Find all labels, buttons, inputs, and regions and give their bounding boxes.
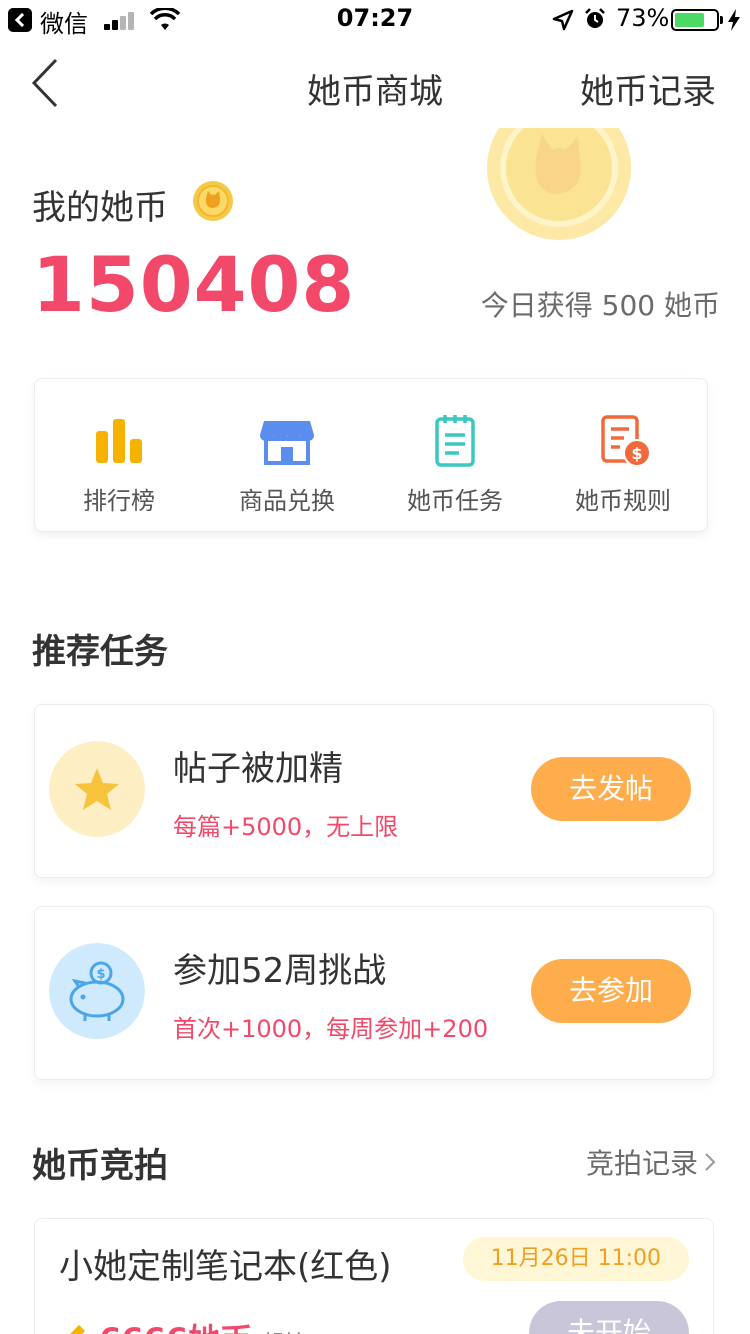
feature-label: 她币规则 [575, 487, 671, 515]
feature-label: 商品兑换 [239, 487, 335, 515]
auction-price-suffix: 起拍 [262, 1326, 306, 1334]
svg-text:$: $ [96, 967, 105, 982]
status-bar: 微信 07:27 73% [0, 0, 750, 40]
coin-records-link[interactable]: 她币记录 [580, 64, 716, 113]
auction-records-label: 竞拍记录 [585, 1147, 698, 1180]
task-title: 参加52周挑战 [173, 951, 387, 991]
feature-ranking[interactable]: 排行榜 [35, 379, 203, 531]
auction-price-row: 6666她币 起拍 [59, 1315, 306, 1334]
large-coin-icon [487, 128, 631, 240]
tasks-section-title: 推荐任务 [32, 632, 168, 672]
task-reward: 首次+1000，每周参加+200 [173, 1015, 489, 1043]
coin-icon [193, 181, 233, 221]
not-started-button: 未开始 [529, 1301, 689, 1334]
feature-label: 排行榜 [83, 487, 155, 515]
task-card-featured-post: 帖子被加精 每篇+5000，无上限 去发帖 [34, 704, 714, 878]
coin-balance: 150408 [32, 240, 356, 329]
svg-text:$: $ [631, 444, 642, 463]
feature-label: 她币任务 [407, 487, 503, 515]
store-icon [260, 421, 314, 465]
piggy-bank-icon: $ [49, 943, 145, 1039]
auction-item-title: 小她定制笔记本(红色) [59, 1247, 392, 1287]
auction-records-link[interactable]: 竞拍记录 [586, 1142, 716, 1182]
my-coins-label: 我的她币 [32, 188, 168, 228]
feature-exchange[interactable]: 商品兑换 [203, 379, 371, 531]
charging-icon [728, 9, 740, 31]
task-card-52-week-challenge: $ 参加52周挑战 首次+1000，每周参加+200 去参加 [34, 906, 714, 1080]
battery-icon [671, 9, 723, 31]
go-post-button[interactable]: 去发帖 [531, 757, 691, 821]
nav-bar: 她币商城 她币记录 [0, 40, 750, 128]
ranking-bars-icon [96, 419, 142, 463]
auction-item-card[interactable]: 小她定制笔记本(红色) 11月26日 11:00 6666她币 起拍 未开始 [34, 1218, 714, 1334]
auction-price: 6666她币 [99, 1315, 252, 1334]
join-challenge-button[interactable]: 去参加 [531, 959, 691, 1023]
star-icon [49, 741, 145, 837]
task-title: 帖子被加精 [173, 749, 343, 789]
feature-tasks[interactable]: 她币任务 [371, 379, 539, 531]
auction-start-time: 11月26日 11:00 [462, 1237, 689, 1281]
rules-document-icon: $ [601, 415, 651, 467]
location-icon [552, 9, 574, 31]
auction-section-title: 她币竞拍 [32, 1146, 168, 1186]
checklist-icon [435, 415, 475, 467]
task-reward: 每篇+5000，无上限 [173, 813, 399, 841]
feature-rules[interactable]: $ 她币规则 [539, 379, 707, 531]
feature-grid: 排行榜 商品兑换 她币任务 $ 她币规则 [34, 378, 708, 532]
pencil-icon [70, 1325, 85, 1334]
chevron-right-icon [705, 1153, 716, 1171]
alarm-icon [585, 8, 605, 28]
battery-percent: 73% [616, 4, 670, 32]
today-earned: 今日获得 500 她币 [480, 289, 720, 322]
